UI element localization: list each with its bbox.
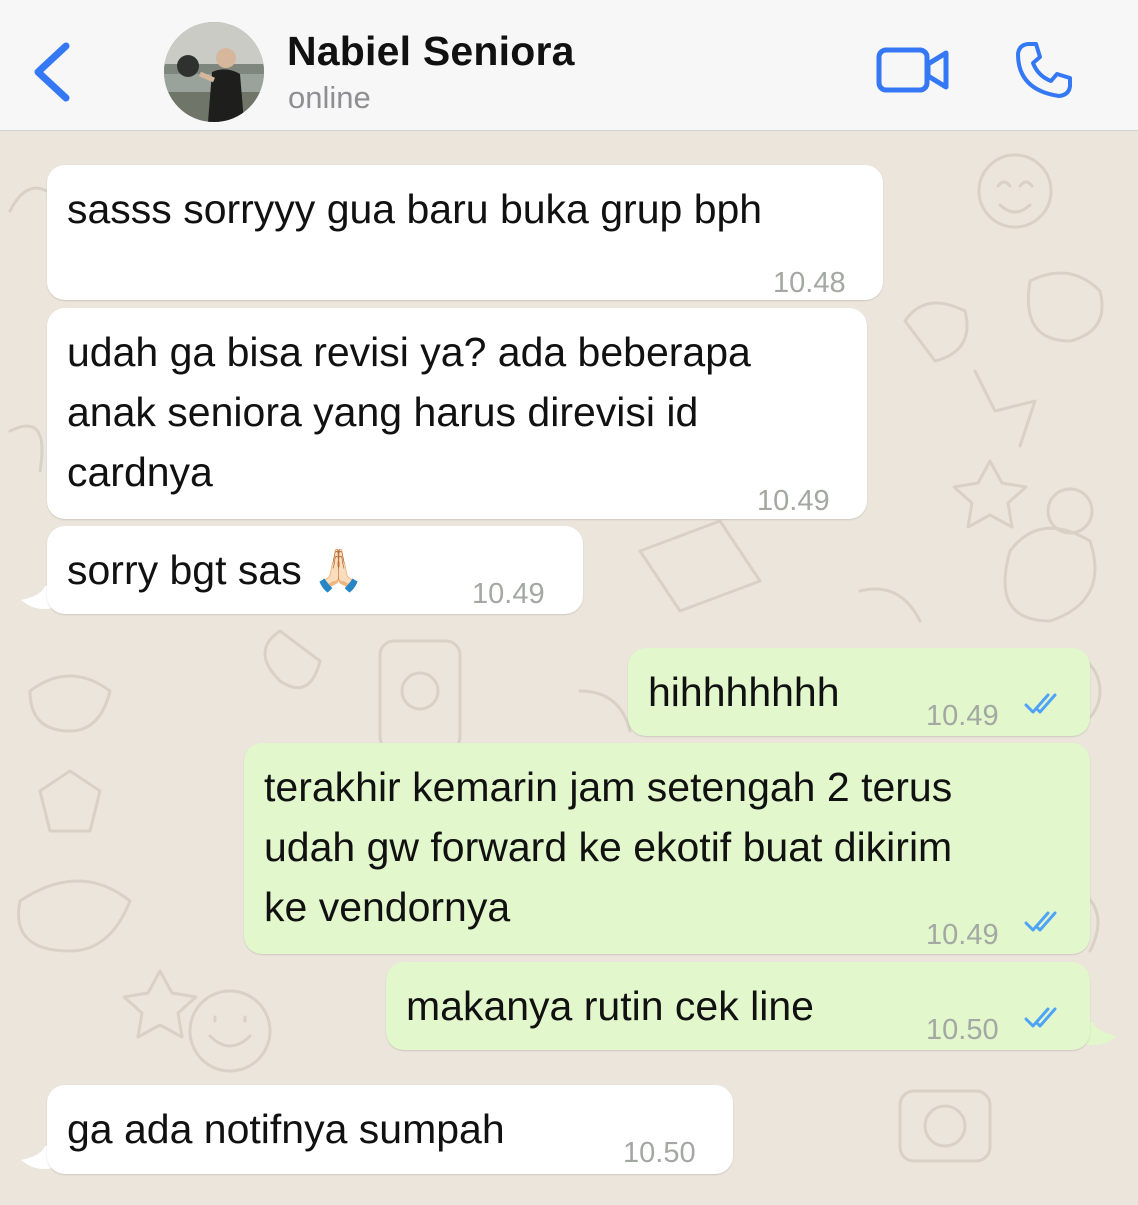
- message-time: 10.49: [926, 700, 999, 732]
- message-text: hihhhhhhh: [648, 669, 840, 715]
- message-text: makanya rutin cek line: [406, 983, 814, 1029]
- phone-icon[interactable]: [1014, 40, 1074, 100]
- message-bubble-outgoing[interactable]: makanya rutin cek line 10.50: [386, 962, 1090, 1050]
- message-text: terakhir kemarin jam setengah 2 terus ud…: [264, 764, 953, 930]
- message-text: sorry bgt sas 🙏🏻: [67, 547, 365, 593]
- read-receipt-icon: [1024, 1007, 1057, 1028]
- message-bubble-outgoing[interactable]: hihhhhhhh 10.49: [628, 648, 1090, 736]
- message-bubble-incoming[interactable]: sasss sorryyy gua baru buka grup bph 10.…: [47, 165, 883, 300]
- chat-header: Nabiel Seniora online: [0, 0, 1138, 131]
- message-time: 10.50: [926, 1014, 999, 1046]
- message-bubble-incoming[interactable]: ga ada notifnya sumpah 10.50: [47, 1085, 733, 1174]
- contact-name[interactable]: Nabiel Seniora: [287, 28, 575, 75]
- message-time: 10.49: [472, 578, 545, 610]
- message-text: udah ga bisa revisi ya? ada beberapa ana…: [67, 329, 751, 495]
- message-time: 10.50: [623, 1137, 696, 1169]
- message-text: ga ada notifnya sumpah: [67, 1106, 505, 1152]
- message-time: 10.48: [773, 267, 846, 299]
- avatar[interactable]: [164, 22, 264, 122]
- message-bubble-outgoing[interactable]: terakhir kemarin jam setengah 2 terus ud…: [244, 743, 1090, 954]
- message-time: 10.49: [757, 485, 830, 517]
- chevron-left-icon[interactable]: [28, 38, 78, 106]
- message-time: 10.49: [926, 919, 999, 951]
- message-bubble-incoming[interactable]: sorry bgt sas 🙏🏻 10.49: [47, 526, 583, 614]
- message-bubble-incoming[interactable]: udah ga bisa revisi ya? ada beberapa ana…: [47, 308, 867, 519]
- read-receipt-icon: [1024, 693, 1057, 714]
- read-receipt-icon: [1024, 911, 1057, 932]
- contact-status: online: [288, 80, 371, 115]
- message-text: sasss sorryyy gua baru buka grup bph: [67, 186, 763, 232]
- video-camera-icon[interactable]: [876, 44, 950, 96]
